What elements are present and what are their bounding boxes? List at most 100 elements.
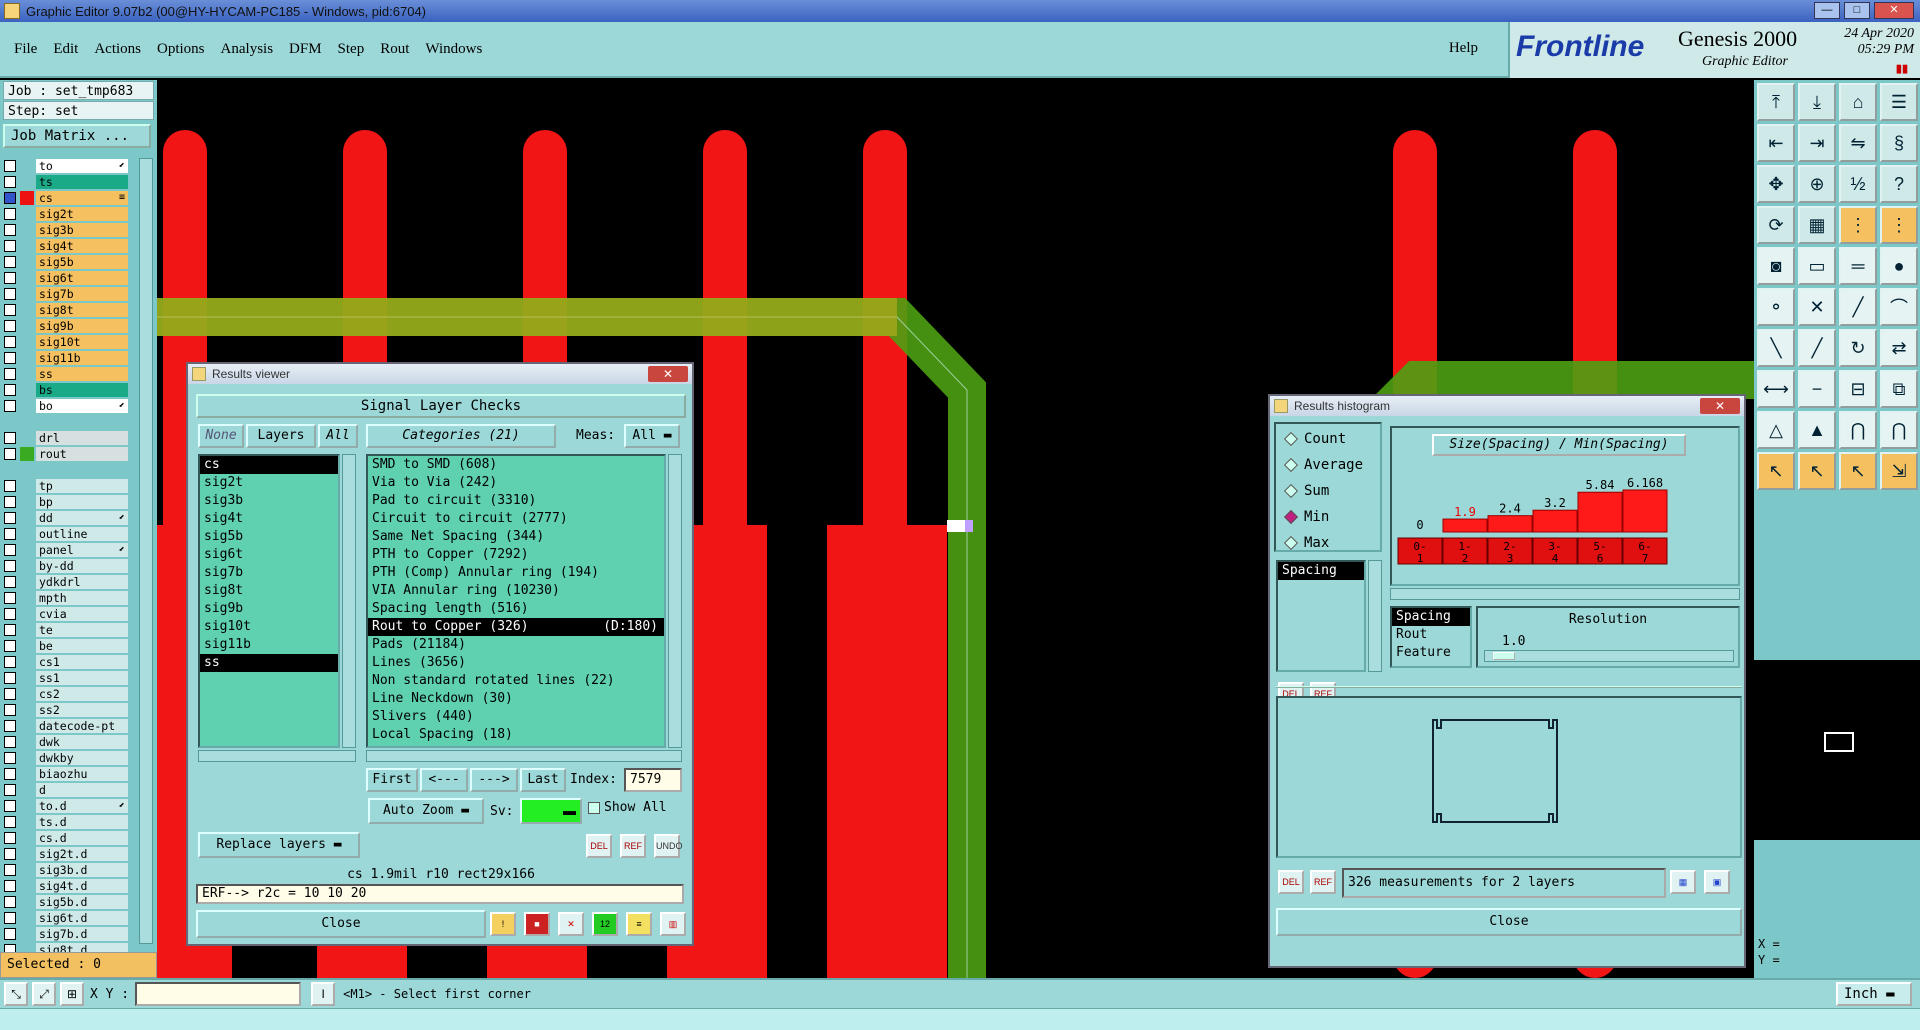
layer-name[interactable]: bo ⬋: [36, 399, 128, 413]
layer-name[interactable]: cvia: [36, 607, 128, 621]
job-matrix-button[interactable]: Job Matrix ...: [3, 124, 151, 148]
layer-row[interactable]: sig7b.d: [4, 926, 128, 942]
menu-actions[interactable]: Actions: [94, 41, 141, 58]
export-icon[interactable]: ▣: [1704, 870, 1730, 894]
histogram-bar[interactable]: [1532, 509, 1578, 533]
layer-name[interactable]: panel ⬋: [36, 543, 128, 557]
layer-checkbox[interactable]: [4, 272, 16, 284]
histogram-bar[interactable]: [1577, 491, 1623, 533]
net-icon[interactable]: ⋮: [1839, 206, 1877, 244]
resolution-slider-thumb[interactable]: [1493, 652, 1515, 660]
layer-checkbox[interactable]: [4, 512, 16, 524]
layer-row[interactable]: sig8t: [4, 302, 128, 318]
layer-name[interactable]: cs.d: [36, 831, 128, 845]
category-item[interactable]: PTH (Comp) Annular ring (194): [368, 564, 664, 582]
layer-checkbox[interactable]: [4, 336, 16, 348]
layer-checkbox[interactable]: [4, 848, 16, 860]
layer-name[interactable]: ts: [36, 175, 128, 189]
number-icon[interactable]: 12: [592, 912, 618, 936]
layer-checkbox[interactable]: [4, 736, 16, 748]
layer-name[interactable]: be: [36, 639, 128, 653]
note-icon[interactable]: ≡: [626, 912, 652, 936]
rotate-icon[interactable]: ↻: [1839, 329, 1877, 367]
layer-checkbox[interactable]: [4, 176, 16, 188]
category-item[interactable]: Slivers (440): [368, 708, 664, 726]
result-layer-item[interactable]: ss: [200, 654, 338, 672]
layer-row[interactable]: te: [4, 622, 128, 638]
result-layer-item[interactable]: sig7b: [200, 564, 338, 582]
zoom-area-icon[interactable]: ⤡: [4, 982, 28, 1006]
layer-row[interactable]: drl: [4, 430, 128, 446]
menu-file[interactable]: File: [14, 41, 37, 58]
result-layer-item[interactable]: sig6t: [200, 546, 338, 564]
index-input[interactable]: 7579: [624, 768, 682, 792]
layer-checkbox[interactable]: [4, 160, 16, 172]
layer-checkbox[interactable]: [4, 208, 16, 220]
layer-name[interactable]: sig4t.d: [36, 879, 128, 893]
move-left-icon[interactable]: ⇤: [1757, 124, 1795, 162]
layer-row[interactable]: sig9b: [4, 318, 128, 334]
last-button[interactable]: Last: [520, 768, 566, 792]
mode-max[interactable]: Max: [1282, 532, 1329, 554]
layer-name[interactable]: ts.d: [36, 815, 128, 829]
histogram-hscrollbar[interactable]: [1390, 588, 1740, 600]
category-item[interactable]: Via to Via (242): [368, 474, 664, 492]
snake-icon[interactable]: §: [1880, 124, 1918, 162]
menu-rout[interactable]: Rout: [380, 41, 409, 58]
layer-row[interactable]: ss: [4, 366, 128, 382]
result-layer-item[interactable]: sig5b: [200, 528, 338, 546]
minimap[interactable]: [1754, 660, 1920, 840]
ruler-icon[interactable]: ═: [1839, 247, 1877, 285]
unit-select[interactable]: Inch ▬: [1836, 982, 1912, 1006]
layer-row[interactable]: bs: [4, 382, 128, 398]
close-window-button[interactable]: ✕: [1874, 2, 1914, 19]
layer-checkbox[interactable]: [4, 608, 16, 620]
layer-name[interactable]: bp: [36, 495, 128, 509]
layer-name[interactable]: dwkby: [36, 751, 128, 765]
layer-name[interactable]: bs: [36, 383, 128, 397]
layer-row[interactable]: sig5b.d: [4, 894, 128, 910]
layer-checkbox[interactable]: [4, 784, 16, 796]
triangle2-icon[interactable]: ▲: [1798, 411, 1836, 449]
layer-checkbox[interactable]: [4, 368, 16, 380]
grid-icon[interactable]: ▦: [1798, 206, 1836, 244]
layer-checkbox[interactable]: [4, 240, 16, 252]
res-item-rout[interactable]: Rout: [1392, 626, 1470, 644]
layer-result-list[interactable]: cs sig2t sig3b sig4t sig5b sig6t sig7b sig8t sig…: [198, 454, 340, 748]
layer-checkbox[interactable]: [4, 912, 16, 924]
layer-checkbox[interactable]: [4, 752, 16, 764]
layer-list-scrollbar[interactable]: [342, 454, 356, 748]
layer-row[interactable]: sig6t.d: [4, 910, 128, 926]
pointer4-icon[interactable]: ⇲: [1880, 452, 1918, 490]
layer-name[interactable]: sig5b.d: [36, 895, 128, 909]
layer-row[interactable]: sig11b: [4, 350, 128, 366]
layer-checkbox[interactable]: [4, 672, 16, 684]
layer-checkbox[interactable]: [4, 544, 16, 556]
cancel-icon[interactable]: ✕: [558, 912, 584, 936]
layer-name[interactable]: cs2: [36, 687, 128, 701]
upload-icon[interactable]: ⤒: [1757, 83, 1795, 121]
net2-icon[interactable]: ⋮: [1880, 206, 1918, 244]
layer-checkbox[interactable]: [4, 592, 16, 604]
layer-row[interactable]: sig4t: [4, 238, 128, 254]
layer-checkbox[interactable]: [4, 624, 16, 636]
layer-row[interactable]: cs2: [4, 686, 128, 702]
layer-row[interactable]: datecode-pt: [4, 718, 128, 734]
layer-checkbox[interactable]: [4, 400, 16, 412]
exclaim-icon[interactable]: !: [490, 912, 516, 936]
layer-name[interactable]: dd ⬋: [36, 511, 128, 525]
layer-name[interactable]: sig7b.d: [36, 927, 128, 941]
layer-checkbox[interactable]: [4, 480, 16, 492]
layer-checkbox[interactable]: [4, 304, 16, 316]
resolution-type-list[interactable]: Spacing Rout Feature: [1390, 606, 1472, 668]
mode-sum[interactable]: Sum: [1282, 480, 1329, 502]
layer-name[interactable]: [36, 463, 128, 477]
layer-row[interactable]: sig5b: [4, 254, 128, 270]
layer-name[interactable]: te: [36, 623, 128, 637]
histogram-icon[interactable]: ▥: [660, 912, 686, 936]
draw-line2-icon[interactable]: ╱: [1798, 329, 1836, 367]
category-item[interactable]: Line Neckdown (30): [368, 690, 664, 708]
pointer3-icon[interactable]: ↖: [1839, 452, 1877, 490]
snap-icon[interactable]: ⟳: [1757, 206, 1795, 244]
cursor-icon[interactable]: I: [311, 982, 336, 1006]
